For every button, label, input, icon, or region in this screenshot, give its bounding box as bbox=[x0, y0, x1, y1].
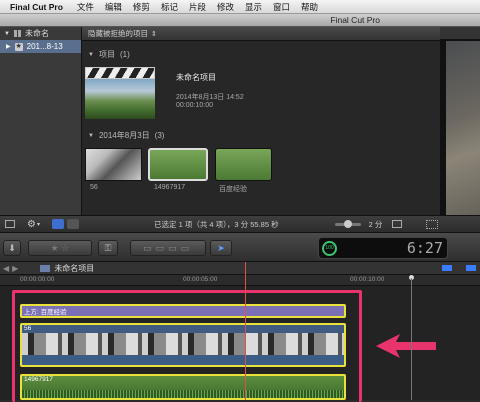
ruler-label: 00:00:10:00 bbox=[350, 276, 385, 283]
highlight-box bbox=[12, 290, 362, 402]
timecode-value: 6:27 bbox=[406, 239, 443, 257]
select-tool-button[interactable]: ➤ bbox=[210, 240, 232, 256]
chevron-updown-icon[interactable]: ⇕ bbox=[151, 30, 157, 38]
timeline-project-name: 未命名项目 bbox=[54, 263, 95, 273]
clip-name: 14967917 bbox=[154, 184, 186, 191]
disclosure-icon[interactable]: ▼ bbox=[88, 133, 94, 139]
chevron-down-icon[interactable]: ▾ bbox=[37, 221, 40, 228]
library-grid-icon bbox=[13, 30, 21, 37]
library-row[interactable]: ▼ 未命名 bbox=[0, 27, 81, 40]
menu-file[interactable]: 文件 bbox=[77, 1, 94, 13]
audio-level-indicator: 100 bbox=[322, 241, 337, 256]
clip-appearance-icon[interactable] bbox=[392, 220, 403, 228]
list-view-button[interactable] bbox=[66, 219, 79, 229]
zoom-label: 2 分 bbox=[368, 219, 383, 229]
menu-bar: Final Cut Pro 文件 编辑 修剪 标记 片段 修改 显示 窗口 帮助 bbox=[0, 0, 480, 14]
timeline-area[interactable]: 上方: 百度经验 56 14967917 bbox=[0, 262, 480, 402]
event-browser: 隐藏被拒绝的项目 ⇕ ▼ 项目 (1) 未命名项目 2014年8月13日 14:… bbox=[82, 27, 440, 232]
clapperboard-icon bbox=[85, 67, 155, 79]
projects-label: 项目 bbox=[98, 50, 115, 59]
menu-mark[interactable]: 标记 bbox=[161, 1, 178, 13]
forward-arrow-icon[interactable]: ▶ bbox=[12, 264, 18, 273]
snapping-toggle[interactable] bbox=[466, 265, 476, 271]
project-thumbnail[interactable] bbox=[85, 67, 155, 121]
event-date-section-header[interactable]: ▼ 2014年8月3日 (3) bbox=[88, 130, 164, 141]
event-date-count: (3) bbox=[154, 131, 165, 140]
filter-dropdown[interactable]: 隐藏被拒绝的项目 bbox=[88, 28, 148, 39]
viewer-panel bbox=[440, 27, 480, 232]
main-toolbar: ⬇ ★ ☆ ⚿ ▭▭▭▭ ➤ 100 6:27 bbox=[0, 232, 480, 262]
timecode-display[interactable]: 100 6:27 bbox=[318, 237, 448, 259]
edit-icons: ▭▭▭▭ bbox=[142, 242, 193, 253]
back-arrow-icon[interactable]: ◀ bbox=[3, 264, 9, 273]
viewer-options-icon[interactable] bbox=[426, 219, 439, 229]
menu-help[interactable]: 帮助 bbox=[301, 1, 318, 13]
clip-thumbnail[interactable] bbox=[215, 148, 272, 181]
menu-edit[interactable]: 编辑 bbox=[105, 1, 122, 13]
menu-view[interactable]: 显示 bbox=[245, 1, 262, 13]
event-item[interactable]: ▶ ★ 201...8-13 bbox=[0, 40, 81, 53]
menu-trim[interactable]: 修剪 bbox=[133, 1, 150, 13]
event-name: 201...8-13 bbox=[26, 42, 63, 51]
keyword-button[interactable]: ⚿ bbox=[98, 240, 118, 256]
event-date-label: 2014年8月3日 bbox=[98, 131, 150, 140]
project-date: 2014年8月13日 14:52 bbox=[176, 94, 244, 101]
star-icon: ★ ☆ bbox=[50, 242, 70, 253]
filmstrip-view-button[interactable] bbox=[51, 219, 64, 229]
arrow-cursor-icon: ➤ bbox=[217, 242, 225, 253]
edit-buttons[interactable]: ▭▭▭▭ bbox=[130, 240, 206, 256]
skimming-toggle[interactable] bbox=[442, 265, 452, 271]
library-toggle-icon[interactable] bbox=[5, 220, 15, 228]
key-icon: ⚿ bbox=[104, 242, 112, 253]
library-name: 未命名 bbox=[24, 29, 49, 38]
timeline-index-icon[interactable] bbox=[40, 264, 51, 272]
window-title: Final Cut Pro bbox=[0, 14, 480, 27]
event-star-icon: ★ bbox=[14, 42, 23, 51]
projects-section-header[interactable]: ▼ 项目 (1) bbox=[88, 49, 130, 60]
clip-name: 56 bbox=[90, 184, 98, 191]
ruler-label: 00:00:00:00 bbox=[20, 276, 55, 283]
clip-name: 百度经验 bbox=[219, 186, 247, 193]
menu-modify[interactable]: 修改 bbox=[217, 1, 234, 13]
clip-thumbnail[interactable] bbox=[85, 148, 142, 181]
library-panel: ▼ 未命名 ▶ ★ 201...8-13 bbox=[0, 27, 82, 232]
project-duration: 00:00:10:00 bbox=[176, 102, 213, 109]
skimmer-line bbox=[411, 278, 412, 400]
projects-count: (1) bbox=[119, 50, 130, 59]
disclosure-icon[interactable]: ▼ bbox=[88, 52, 94, 58]
browser-filter-bar: 隐藏被拒绝的项目 ⇕ bbox=[82, 27, 440, 41]
rating-buttons[interactable]: ★ ☆ bbox=[28, 240, 92, 256]
clip-thumbnail[interactable] bbox=[148, 148, 208, 181]
viewer-image bbox=[446, 41, 480, 231]
selection-status: 已选定 1 项（共 4 项），3 分 55.85 秒 bbox=[153, 219, 279, 229]
download-icon: ⬇ bbox=[8, 242, 16, 253]
timeline-header: ◀ ▶ 未命名项目 bbox=[0, 262, 480, 275]
project-name[interactable]: 未命名项目 bbox=[176, 72, 216, 83]
menu-clip[interactable]: 片段 bbox=[189, 1, 206, 13]
timeline-ruler[interactable]: 00:00:00:00 00:00:05:00 00:00:10:00 bbox=[0, 275, 480, 286]
import-button[interactable]: ⬇ bbox=[3, 240, 21, 256]
disclosure-icon[interactable]: ▼ bbox=[4, 31, 10, 37]
menu-window[interactable]: 窗口 bbox=[273, 1, 290, 13]
project-image bbox=[85, 79, 155, 119]
playhead[interactable] bbox=[245, 262, 246, 400]
app-menu[interactable]: Final Cut Pro bbox=[10, 2, 63, 12]
disclosure-icon[interactable]: ▶ bbox=[6, 43, 11, 50]
viewer-top-bar bbox=[440, 27, 480, 39]
ruler-label: 00:00:05:00 bbox=[183, 276, 218, 283]
browser-bottom-bar: ⚙ ▾ 已选定 1 项（共 4 项），3 分 55.85 秒 2 分 bbox=[0, 215, 480, 232]
gear-icon[interactable]: ⚙ bbox=[27, 219, 36, 230]
zoom-slider[interactable] bbox=[334, 219, 361, 228]
annotation-arrow-icon bbox=[376, 334, 436, 358]
